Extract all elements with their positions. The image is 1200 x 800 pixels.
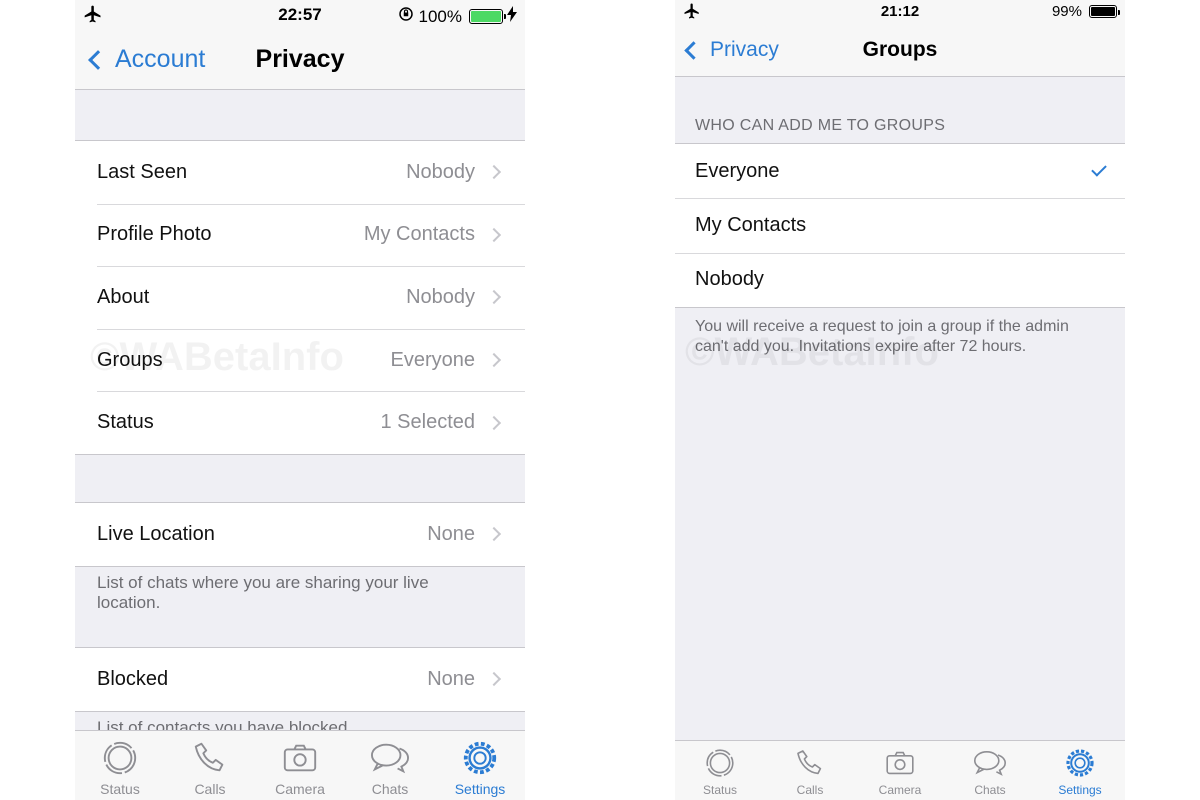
battery-icon — [469, 9, 506, 24]
tab-calls[interactable]: Calls — [165, 731, 255, 800]
privacy-settings-group: Last Seen Nobody Profile Photo My Contac… — [75, 140, 525, 455]
battery-percentage: 99% — [1051, 3, 1082, 20]
row-value: Nobody — [406, 160, 475, 183]
chevron-right-icon — [486, 527, 502, 542]
row-value: My Contacts — [363, 223, 475, 246]
tab-chats[interactable]: Chats — [345, 731, 435, 800]
navigation-bar: Privacy Groups — [675, 24, 1125, 77]
chevron-right-icon — [486, 227, 502, 242]
chat-bubbles-icon — [974, 751, 1007, 776]
row-label: Profile Photo — [97, 223, 212, 246]
row-label: Status — [97, 411, 154, 434]
tab-status[interactable]: Status — [675, 741, 765, 800]
tab-bar: Status Calls Camera Chats Settings — [675, 740, 1125, 800]
camera-icon — [283, 744, 317, 772]
live-location-footnote: List of chats where you are sharing your… — [97, 573, 429, 612]
row-blocked[interactable]: Blocked None — [75, 648, 525, 711]
blocked-group: Blocked None — [75, 647, 525, 712]
tab-label: Chats — [371, 781, 409, 797]
phone-icon — [797, 750, 822, 775]
chevron-right-icon — [486, 672, 502, 687]
status-bar: 21:12 99% — [675, 0, 1125, 24]
tab-label: Chats — [974, 783, 1006, 797]
gear-icon — [463, 741, 497, 775]
chevron-right-icon — [486, 165, 502, 180]
chevron-right-icon — [486, 290, 502, 305]
tab-settings[interactable]: Settings — [1035, 741, 1125, 800]
live-location-group: Live Location None — [75, 502, 525, 567]
tab-label: Settings — [454, 781, 506, 797]
page-title: Privacy — [255, 45, 345, 73]
page-title: Groups — [862, 38, 938, 61]
charging-bolt-icon — [507, 6, 517, 27]
tab-chats[interactable]: Chats — [945, 741, 1035, 800]
row-value: None — [427, 667, 475, 690]
row-label: Blocked — [97, 667, 169, 690]
row-profile-photo[interactable]: Profile Photo My Contacts — [75, 203, 525, 267]
option-label: Everyone — [695, 159, 780, 182]
navigation-bar: Account Privacy — [75, 30, 525, 90]
row-label: Last Seen — [97, 160, 188, 183]
battery-icon — [1089, 5, 1120, 18]
tab-calls[interactable]: Calls — [765, 741, 855, 800]
row-value: 1 Selected — [380, 411, 475, 434]
groups-screen: 21:12 99% Privacy Groups WHO CAN ADD ME … — [675, 0, 1125, 800]
orientation-lock-icon — [397, 5, 415, 28]
tab-label: Status — [100, 781, 140, 797]
row-label: Live Location — [97, 522, 215, 545]
tab-label: Calls — [194, 781, 226, 797]
status-bar: 22:57 100% — [75, 0, 525, 30]
tab-label: Calls — [796, 783, 824, 797]
tab-label: Camera — [275, 781, 325, 797]
tab-status[interactable]: Status — [75, 731, 165, 800]
row-label: About — [97, 285, 150, 308]
tab-camera[interactable]: Camera — [255, 731, 345, 800]
section-header: WHO CAN ADD ME TO GROUPS — [695, 117, 946, 134]
groups-footnote: You will receive a request to join a gro… — [695, 318, 1069, 355]
chevron-right-icon — [486, 353, 502, 368]
tab-label: Camera — [878, 783, 922, 797]
chevron-right-icon — [486, 415, 502, 430]
row-value: Nobody — [406, 285, 475, 308]
tab-camera[interactable]: Camera — [855, 741, 945, 800]
status-icon — [103, 741, 137, 775]
camera-icon — [886, 751, 914, 775]
option-label: Nobody — [695, 268, 764, 291]
group-options-list: Everyone My Contacts Nobody — [675, 143, 1125, 308]
status-icon — [706, 749, 734, 777]
option-my-contacts[interactable]: My Contacts — [675, 198, 1125, 252]
tab-label: Settings — [1058, 783, 1102, 797]
tab-label: Status — [702, 783, 738, 797]
row-value: None — [427, 522, 475, 545]
row-live-location[interactable]: Live Location None — [75, 503, 525, 566]
gear-icon — [1066, 749, 1094, 777]
tab-settings[interactable]: Settings — [435, 731, 525, 800]
checkmark-icon — [1091, 161, 1107, 177]
chat-bubbles-icon — [371, 743, 410, 774]
row-label: Groups — [97, 348, 163, 371]
option-label: My Contacts — [695, 213, 807, 236]
row-about[interactable]: About Nobody — [75, 266, 525, 329]
phone-icon — [194, 742, 224, 772]
battery-percentage: 100% — [418, 6, 462, 26]
row-value: Everyone — [390, 348, 476, 371]
tab-bar: Status Calls Camera Chats Settings — [75, 730, 525, 800]
row-status[interactable]: Status 1 Selected — [75, 391, 525, 454]
row-groups[interactable]: Groups Everyone — [75, 328, 525, 392]
option-everyone[interactable]: Everyone — [675, 144, 1125, 198]
option-nobody[interactable]: Nobody — [675, 252, 1125, 307]
privacy-screen: 22:57 100% Account Privacy Last Seen Nob… — [75, 0, 525, 800]
row-last-seen[interactable]: Last Seen Nobody — [75, 141, 525, 204]
